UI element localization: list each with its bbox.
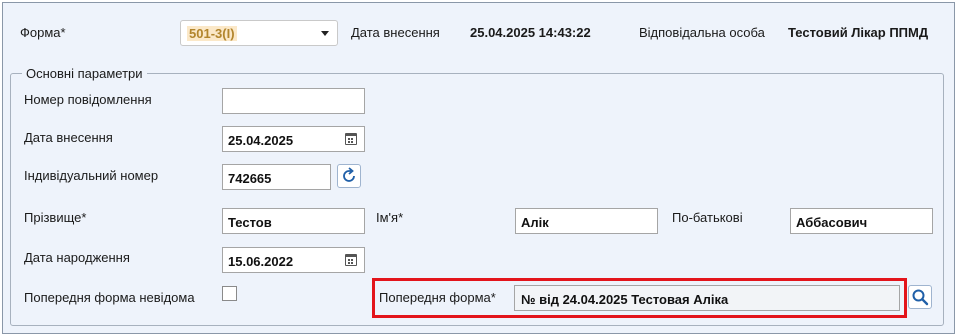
prev-form-value: № від 24.04.2025 Тестовая Аліка [521,292,729,307]
responsible-value: Тестовий Лікар ППМД [788,25,929,40]
report-number-input[interactable] [222,88,365,114]
individual-number-value: 742665 [228,171,272,186]
surname-label: Прізвище* [24,210,87,225]
name-label: Ім'я* [376,210,404,225]
form-label: Форма* [20,25,66,40]
responsible-label: Відповідальна особа [639,25,765,40]
search-button[interactable] [908,285,932,309]
prev-form-unknown-checkbox[interactable] [222,286,237,301]
prev-form-input[interactable]: № від 24.04.2025 Тестовая Аліка [514,285,900,311]
surname-value: Тестов [228,215,272,230]
form-select-value: 501-3(І) [187,26,237,41]
patronymic-label: По-батькові [672,210,743,225]
entry-datetime-value: 25.04.2025 14:43:22 [470,25,591,40]
patronymic-input[interactable]: Аббасович [790,208,933,234]
surname-input[interactable]: Тестов [222,208,365,234]
entry-date-input[interactable]: 25.04.2025 [222,126,365,152]
group-legend: Основні параметри [22,66,147,81]
calendar-icon[interactable] [345,254,357,266]
name-input[interactable]: Алік [515,208,658,234]
chevron-down-icon[interactable] [321,31,329,36]
refresh-icon [343,167,355,182]
entry-date-label: Дата внесення [24,130,113,145]
birth-date-input[interactable]: 15.06.2022 [222,247,365,273]
entry-date-value: 25.04.2025 [228,133,294,148]
birth-date-value: 15.06.2022 [228,254,294,269]
form-select[interactable]: 501-3(І) [180,20,338,46]
individual-number-input[interactable]: 742665 [222,164,331,190]
prev-form-label: Попередня форма* [379,290,496,305]
search-icon [912,289,929,306]
calendar-icon[interactable] [345,133,357,145]
report-number-label: Номер повідомлення [24,92,152,107]
entry-datetime-label: Дата внесення [351,25,440,40]
name-value: Алік [521,215,549,230]
patronymic-value: Аббасович [796,215,868,230]
prev-form-unknown-label: Попередня форма невідома [24,290,195,305]
refresh-button[interactable] [337,164,361,188]
individual-number-label: Індивідуальний номер [24,168,159,183]
birth-date-label: Дата народження [24,250,130,265]
